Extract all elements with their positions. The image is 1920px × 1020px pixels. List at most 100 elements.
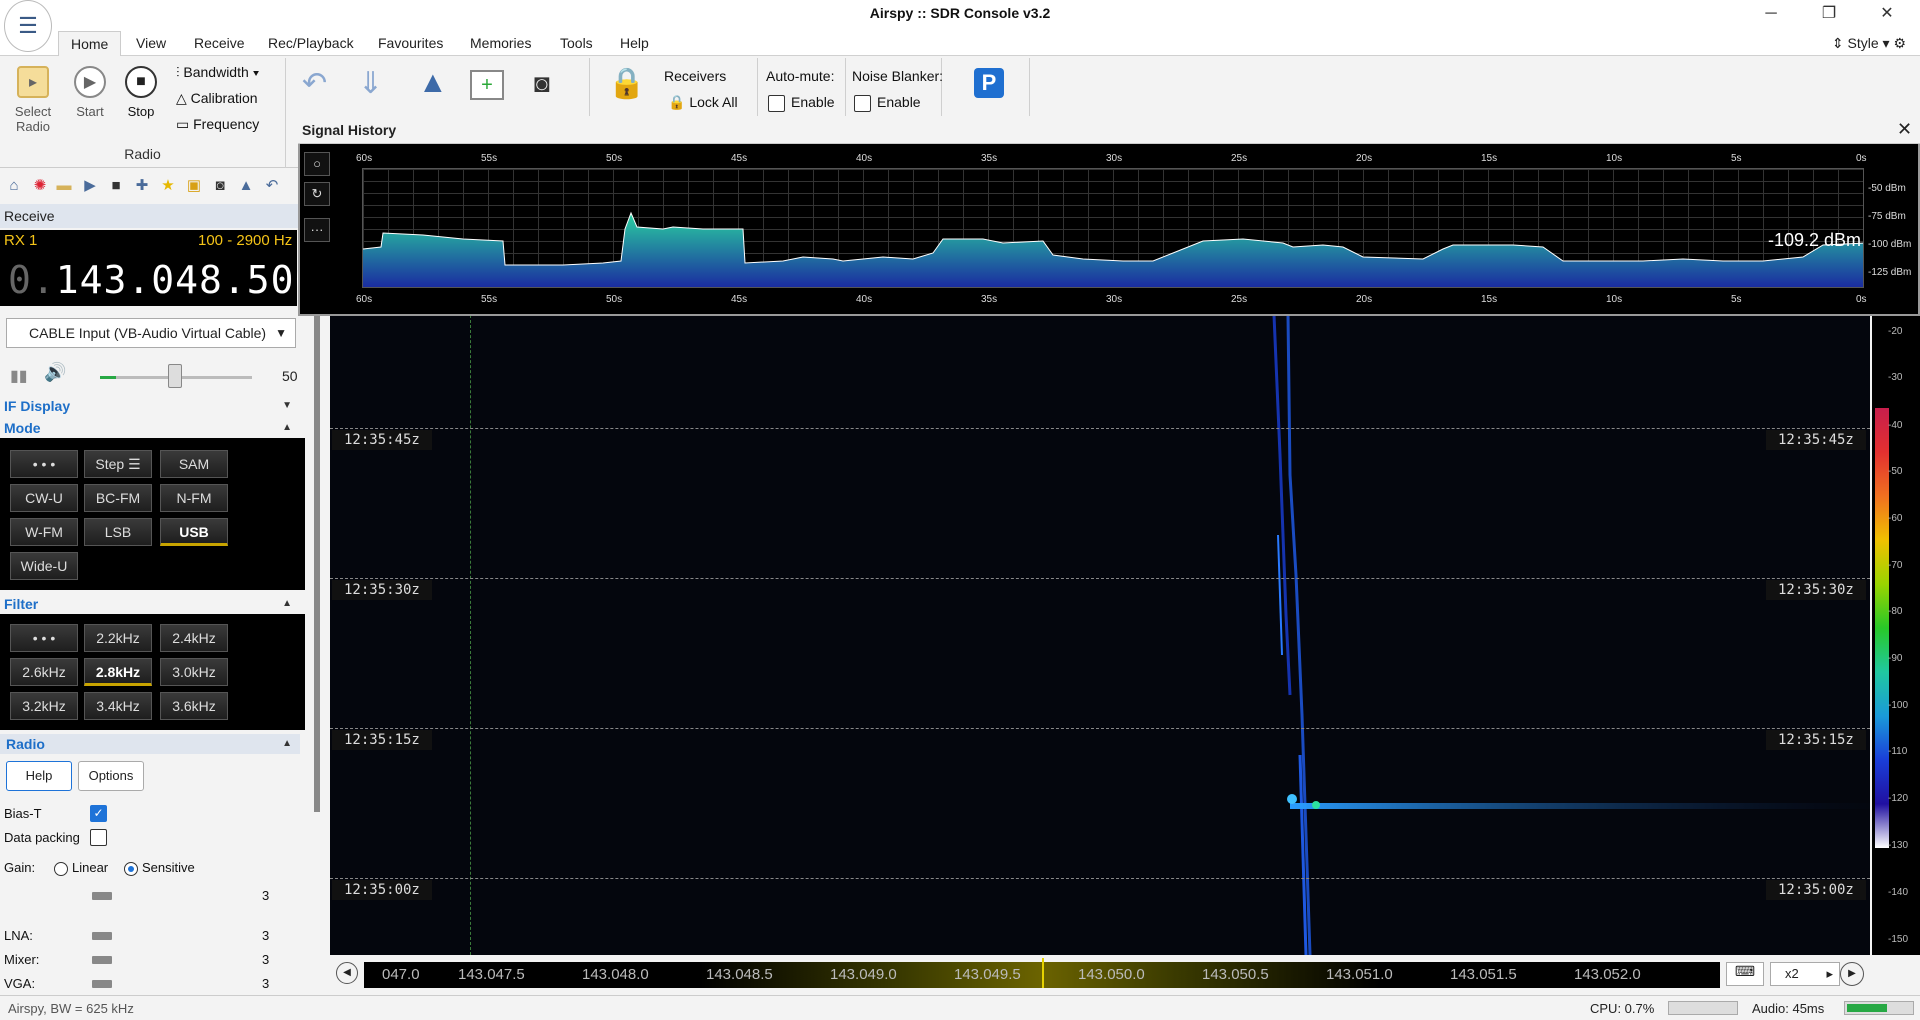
data-packing-checkbox[interactable] [90,829,113,847]
mode-cwu-button[interactable]: CW-U [10,484,78,512]
tab-favourites[interactable]: Favourites [366,31,455,56]
filter-button[interactable]: 2.2kHz [84,624,152,652]
tab-memories[interactable]: Memories [458,31,543,56]
home-icon[interactable]: ⌂ [4,176,24,196]
filter-more-button[interactable]: • • • [10,624,78,652]
plugin-p-icon[interactable]: P [974,68,1004,98]
calibration-button[interactable]: △ Calibration [176,90,258,107]
bias-t-checkbox[interactable]: ✓ [90,805,113,823]
stop-button[interactable]: ■ Stop [120,66,162,119]
lock-all-button[interactable]: 🔒 Lock All [668,94,738,111]
tab-view[interactable]: View [124,31,178,56]
close-icon[interactable]: ✕ [1897,119,1912,140]
gain-slider[interactable] [92,892,112,900]
mode-nfm-button[interactable]: N-FM [160,484,228,512]
select-radio-button[interactable]: ▸ Select Radio [8,66,58,134]
noise-blanker-enable[interactable]: Enable [854,94,921,112]
mixer-slider[interactable] [92,956,112,964]
scroll-right-icon[interactable]: ▶ [1840,962,1864,986]
mode-bcfm-button[interactable]: BC-FM [84,484,152,512]
minimize-icon[interactable]: ─ [1748,2,1794,26]
mixer-value: 3 [262,952,270,967]
receive-header[interactable]: Receive [0,204,300,228]
color-gradient-bar [1875,408,1889,848]
start-button[interactable]: ▶ Start [70,66,110,119]
camera-icon[interactable]: ◙ [534,68,550,99]
enable-label: Enable [791,94,835,110]
down-arrow-icon[interactable]: ⇓ [358,66,383,101]
camera-icon[interactable]: ◙ [210,176,230,196]
stop-icon: ■ [125,66,157,98]
signal-history-titlebar[interactable] [298,116,1920,144]
mode-wideu-button[interactable]: Wide-U [10,552,78,580]
star-icon[interactable]: ★ [158,176,178,196]
lock-icon[interactable]: ▣ [184,176,204,196]
mode-wfm-button[interactable]: W-FM [10,518,78,546]
filter-button[interactable]: 3.0kHz [160,658,228,686]
auto-mute-enable[interactable]: Enable [768,94,835,112]
gain-linear-radio[interactable]: Linear [54,860,108,876]
keyboard-icon[interactable]: ⌨ [1726,962,1764,986]
meter-icon[interactable]: ▮▮ [10,366,28,386]
data-packing-label: Data packing [4,830,80,845]
filter-header[interactable]: Filter ▲ [0,594,300,614]
audio-input-select[interactable]: CABLE Input (VB-Audio Virtual Cable) ▼ [6,318,296,348]
filter-button-selected[interactable]: 2.8kHz [84,658,152,686]
tab-rec-playback[interactable]: Rec/Playback [256,31,366,56]
tab-home[interactable]: Home [58,31,122,56]
lna-slider[interactable] [92,932,112,940]
gain-sensitive-radio[interactable]: Sensitive [124,860,195,876]
mode-usb-button[interactable]: USB [160,518,228,546]
stop-icon[interactable]: ■ [106,176,126,196]
folder-icon[interactable]: ▬ [54,176,74,196]
filter-button[interactable]: 2.4kHz [160,624,228,652]
noise-blanker-checkbox[interactable] [854,94,871,112]
volume-slider[interactable] [168,364,182,388]
mode-lsb-button[interactable]: LSB [84,518,152,546]
bandwidth-button[interactable]: ⫶ Bandwidth ▾ [176,64,260,81]
filter-button[interactable]: 3.4kHz [84,692,152,720]
filter-button[interactable]: 2.6kHz [10,658,78,686]
style-menu[interactable]: ⇕ Style ▾ ⚙ [1832,31,1906,55]
gear-icon[interactable]: ⚙ [1893,35,1906,51]
tab-tools[interactable]: Tools [548,31,605,56]
filter-button[interactable]: 3.2kHz [10,692,78,720]
time-tick: 15s [1481,153,1498,164]
mode-more-button[interactable]: • • • [10,450,78,478]
tab-help[interactable]: Help [608,31,661,56]
filter-button[interactable]: 3.6kHz [160,692,228,720]
vga-slider[interactable] [92,980,112,988]
antenna-icon[interactable]: ▲ [236,176,256,196]
lock-icon[interactable]: 🔒 [608,66,645,101]
mode-header[interactable]: Mode ▲ [0,418,300,438]
rx-frequency[interactable]: 0.143.048.500 [8,258,318,302]
zoom-select[interactable]: x2 ▸ [1770,962,1840,986]
pause-icon[interactable]: ○ [304,152,330,176]
waterfall-display[interactable] [330,315,1870,955]
speaker-icon[interactable]: 🔊 [44,362,66,383]
tuning-marker-line [470,315,471,955]
help-button[interactable]: Help [6,761,72,791]
antenna-icon[interactable]: ▲ [418,66,448,100]
more-icon[interactable]: ··· [304,218,330,242]
scroll-left-icon[interactable]: ◀ [336,962,358,984]
add-receiver-icon[interactable]: + [470,70,504,100]
if-display-header[interactable]: IF Display ▼ [0,396,300,416]
refresh-icon[interactable]: ↻ [304,182,330,206]
options-button[interactable]: Options [78,761,144,791]
mode-step-button[interactable]: Step ☰ [84,450,152,478]
frequency-button[interactable]: ▭ Frequency [176,116,259,133]
undo-icon[interactable]: ↶ [262,176,282,196]
lifebuoy-icon[interactable]: ✺ [30,176,50,196]
undo-icon[interactable]: ↶ [302,66,327,101]
radio-header[interactable]: Radio ▲ [0,734,300,754]
plus-icon[interactable]: ✚ [132,176,152,196]
signal-history-plot [362,168,1864,288]
auto-mute-checkbox[interactable] [768,94,785,112]
app-menu-icon[interactable]: ☰ [4,0,52,52]
play-icon[interactable]: ▶ [80,176,100,196]
mode-sam-button[interactable]: SAM [160,450,228,478]
close-icon[interactable]: ✕ [1864,2,1910,26]
restore-icon[interactable]: ❐ [1806,2,1852,26]
tab-receive[interactable]: Receive [182,31,257,56]
